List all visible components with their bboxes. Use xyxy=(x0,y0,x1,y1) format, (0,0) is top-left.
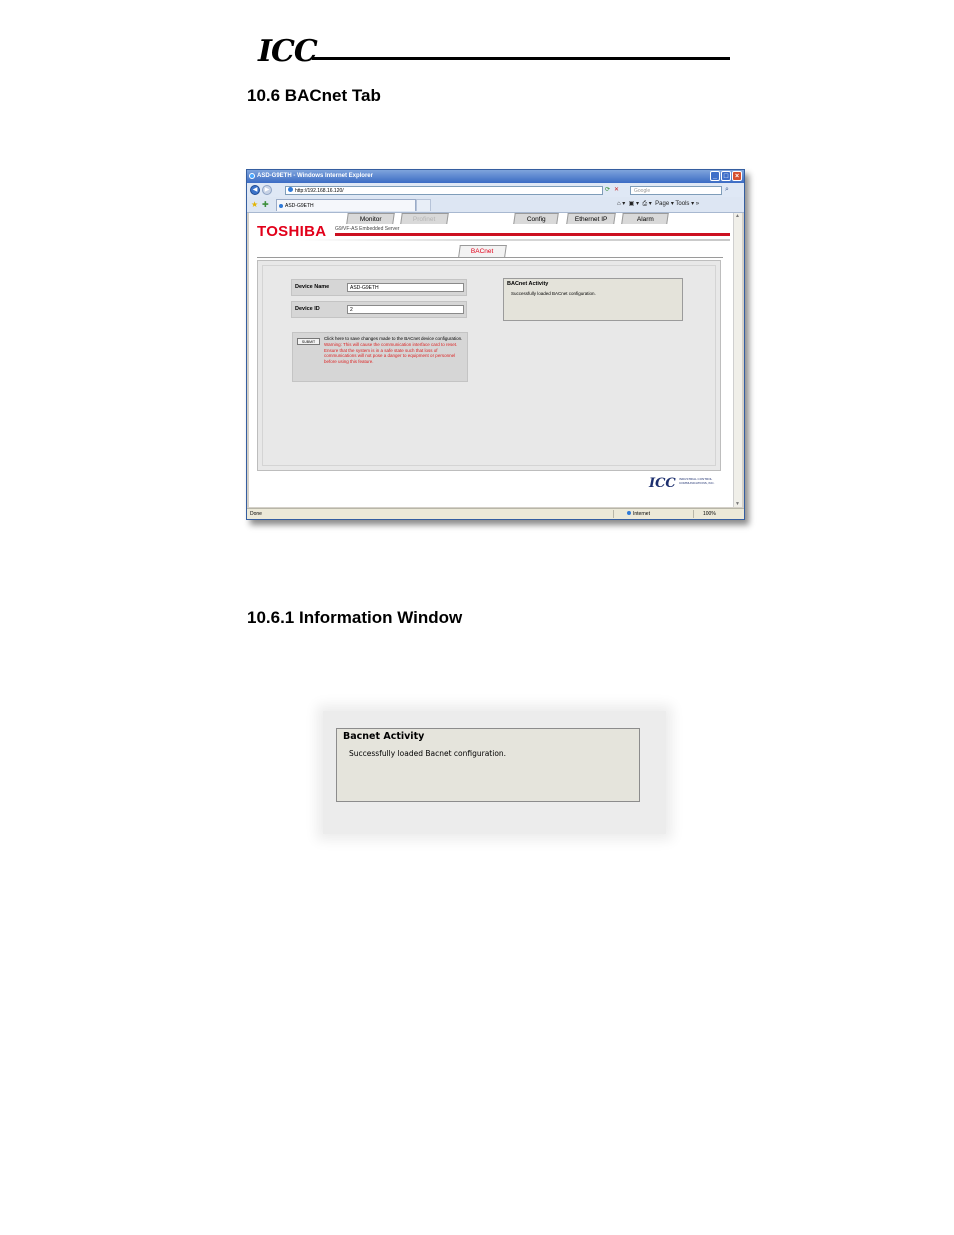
maximize-icon[interactable]: □ xyxy=(721,171,731,181)
minimize-icon[interactable]: _ xyxy=(710,171,720,181)
zoom-level[interactable]: 100% xyxy=(703,511,716,517)
device-id-label: Device ID xyxy=(295,306,320,312)
section-heading: 10.6 BACnet Tab xyxy=(247,86,381,105)
header-shadow xyxy=(249,239,730,241)
icc-logo: ICC xyxy=(258,34,318,69)
submit-group: SUBMIT Click here to save changes made t… xyxy=(292,332,468,382)
ie-icon xyxy=(249,173,255,179)
toshiba-logo: TOSHIBA xyxy=(257,223,327,240)
status-text: Done xyxy=(250,511,262,517)
submit-info-text: Click here to save changes made to the B… xyxy=(324,336,463,341)
favorites-star-icon[interactable]: ★ xyxy=(251,200,258,209)
submit-button[interactable]: SUBMIT xyxy=(297,338,320,345)
icc-footer-logo: ICC xyxy=(649,476,676,491)
server-title: G9/VF-AS Embedded Server xyxy=(335,226,400,232)
forward-icon[interactable]: ▶ xyxy=(262,185,272,195)
browser-tabbar: ★ ✚ ASD-G9ETH ⌂ ▾ ▣ ▾ ⎙ ▾ Page ▾ Tools ▾… xyxy=(247,197,744,213)
info-window-message: Successfully loaded Bacnet configuration… xyxy=(349,749,507,758)
page-icon xyxy=(288,187,293,192)
submit-description: Click here to save changes made to the B… xyxy=(324,336,464,365)
stop-icon[interactable]: ✕ xyxy=(614,187,619,193)
address-actions: ⟳ ✕ xyxy=(605,186,619,193)
device-name-group: Device Name ASD-G9ETH xyxy=(291,279,467,296)
tab-ethernet-ip[interactable]: Ethernet IP xyxy=(566,213,616,224)
header-rule xyxy=(312,57,730,60)
status-divider xyxy=(693,510,694,518)
command-bar[interactable]: ⌂ ▾ ▣ ▾ ⎙ ▾ Page ▾ Tools ▾ » xyxy=(617,200,699,208)
tab-alarm[interactable]: Alarm xyxy=(621,213,669,224)
add-favorite-icon[interactable]: ✚ xyxy=(262,200,269,209)
device-id-group: Device ID 2 xyxy=(291,301,467,318)
back-icon[interactable]: ◀ xyxy=(250,185,260,195)
browser-screenshot: ASD-G9ETH - Windows Internet Explorer _ … xyxy=(246,169,745,520)
activity-box: BACnet Activity Successfully loaded BACn… xyxy=(503,278,683,321)
header-band xyxy=(335,233,730,236)
page-content: TOSHIBA G9/VF-AS Embedded Server Monitor… xyxy=(249,213,733,507)
address-bar: ◀ ▶ http://192.168.16.120/ ⟳ ✕ Google ⌕ xyxy=(247,183,744,197)
window-titlebar: ASD-G9ETH - Windows Internet Explorer _ … xyxy=(247,170,744,183)
search-icon[interactable]: ⌕ xyxy=(725,186,729,194)
window-title: ASD-G9ETH - Windows Internet Explorer xyxy=(257,173,373,179)
tab-page-icon xyxy=(279,204,283,208)
print-icon[interactable]: ⎙ xyxy=(642,201,647,207)
icc-footer-company: INDUSTRIAL CONTROL COMMUNICATIONS, INC. xyxy=(679,477,715,485)
command-bar-menus[interactable]: Page ▾ Tools ▾ xyxy=(655,201,694,207)
url-input[interactable]: http://192.168.16.120/ xyxy=(285,186,603,195)
search-input[interactable]: Google xyxy=(630,186,722,195)
tab-config[interactable]: Config xyxy=(513,213,559,224)
status-zone: Internet xyxy=(627,511,650,517)
new-tab-button[interactable] xyxy=(416,199,431,211)
device-id-input[interactable]: 2 xyxy=(347,305,464,314)
tab-profinet[interactable]: Profinet xyxy=(400,213,449,224)
vertical-scrollbar[interactable] xyxy=(733,213,742,507)
activity-title: BACnet Activity xyxy=(507,281,549,287)
tab-monitor[interactable]: Monitor xyxy=(346,213,395,224)
refresh-icon[interactable]: ⟳ xyxy=(605,187,610,193)
status-divider xyxy=(613,510,614,518)
tab-bacnet[interactable]: BACnet xyxy=(458,245,507,257)
tab-baseline xyxy=(257,257,723,258)
feeds-icon[interactable]: ▣ xyxy=(629,201,635,207)
browser-tab-title: ASD-G9ETH xyxy=(285,203,314,209)
activity-message: Successfully loaded BACnet configuration… xyxy=(511,291,596,296)
info-window: Bacnet Activity Successfully loaded Bacn… xyxy=(336,728,640,802)
close-icon[interactable]: × xyxy=(732,171,742,181)
submit-warning-text: Warning: This will cause the communicati… xyxy=(324,341,458,365)
browser-tab[interactable]: ASD-G9ETH xyxy=(276,199,416,211)
device-name-input[interactable]: ASD-G9ETH xyxy=(347,283,464,292)
info-window-title: Bacnet Activity xyxy=(343,731,425,742)
subsection-heading: 10.6.1 Information Window xyxy=(247,608,463,627)
window-controls: _ □ × xyxy=(710,171,742,181)
home-icon[interactable]: ⌂ xyxy=(617,201,621,207)
status-bar: Done Internet 100% xyxy=(247,508,744,519)
bacnet-panel: Device Name ASD-G9ETH Device ID 2 SUBMIT… xyxy=(257,260,721,471)
device-name-label: Device Name xyxy=(295,284,330,290)
